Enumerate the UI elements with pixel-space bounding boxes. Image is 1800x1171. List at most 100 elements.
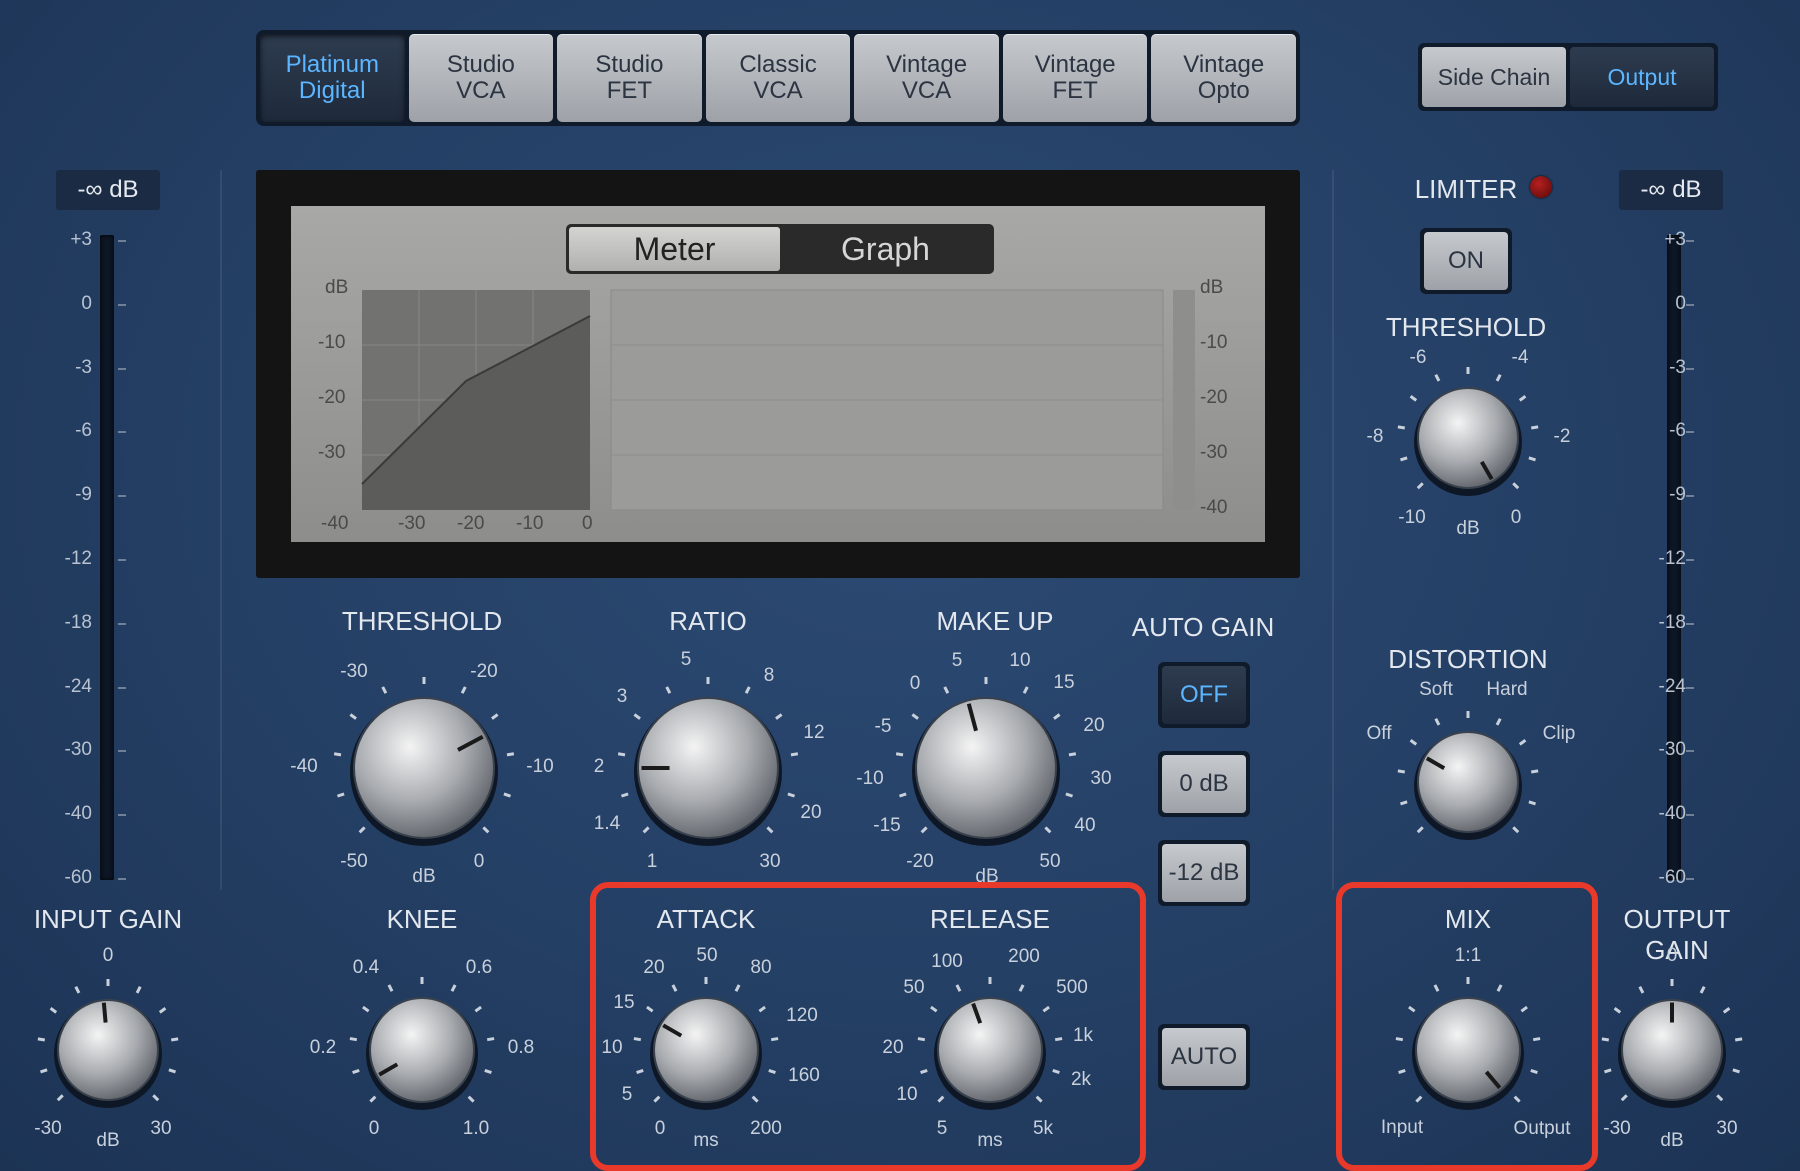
makeup-knob[interactable] <box>895 677 1077 846</box>
attack-knob-tick <box>633 1037 642 1042</box>
limiter-threshold-knob-tick <box>1512 482 1520 490</box>
input-gain-knob-tick <box>158 1007 167 1014</box>
makeup-knob-scale-label: dB <box>975 866 999 887</box>
ratio-knob-scale-label: 3 <box>616 686 628 707</box>
ratio-knob-scale-label: 20 <box>800 802 822 823</box>
input-gain-knob-tick <box>168 1068 176 1074</box>
makeup-knob-scale-label: -15 <box>873 815 901 836</box>
limiter-threshold-knob-body <box>1417 387 1519 489</box>
output-gain-knob-tick <box>1638 986 1645 994</box>
release-knob-scale-label: 1k <box>1072 1025 1094 1046</box>
output-gain-knob[interactable] <box>1601 979 1743 1108</box>
knee-knob-scale-label: 0 <box>368 1118 380 1139</box>
knee-knob-tick <box>352 1068 360 1074</box>
release-knob-tick <box>920 1068 928 1074</box>
attack-knob-tick <box>653 1095 661 1103</box>
mix-knob[interactable] <box>1395 977 1541 1110</box>
ratio-knob-tick <box>766 826 774 834</box>
release-knob-scale-label: 20 <box>882 1037 904 1058</box>
knee-knob-tick <box>484 1068 492 1074</box>
limiter-threshold-knob-tick <box>1530 425 1539 430</box>
distortion-knob-tick <box>1409 739 1418 746</box>
limiter-threshold-knob-scale-label: -10 <box>1398 507 1426 528</box>
attack-knob-scale-label: 0 <box>654 1118 666 1139</box>
threshold-knob-tick <box>491 713 499 720</box>
threshold-knob-scale-label: 0 <box>473 851 485 872</box>
mix-knob-tick <box>1496 984 1503 992</box>
output-gain-knob-tick <box>1620 1094 1628 1102</box>
mix-knob-tick <box>1395 1037 1404 1042</box>
threshold-knob-scale-label: dB <box>412 866 436 887</box>
threshold-knob-tick <box>349 713 357 720</box>
output-gain-knob-tick <box>1716 1094 1724 1102</box>
mix-knob-tick <box>1408 1005 1416 1013</box>
input-gain-knob-body <box>57 999 159 1101</box>
makeup-knob-tick <box>911 713 919 720</box>
input-gain-knob-tick <box>170 1037 179 1042</box>
limiter-threshold-knob[interactable] <box>1397 367 1539 496</box>
output-gain-knob-tick <box>1604 1068 1612 1074</box>
knee-knob-tick <box>467 1095 475 1103</box>
ratio-knob-tick <box>617 752 626 757</box>
ratio-knob-tick <box>787 792 796 798</box>
release-knob-tick <box>930 1005 938 1013</box>
threshold-knob-scale-label: -10 <box>526 756 554 777</box>
release-knob-body <box>937 997 1043 1103</box>
threshold-knob-scale-label: -50 <box>340 851 368 872</box>
ratio-knob-scale-label: 30 <box>759 851 781 872</box>
attack-knob[interactable] <box>633 977 779 1110</box>
attack-knob-scale-label: 20 <box>643 957 665 978</box>
output-gain-knob-tick <box>1734 1037 1743 1042</box>
threshold-knob[interactable] <box>333 677 515 846</box>
knee-knob-tick <box>362 1005 370 1013</box>
output-gain-knob-tick <box>1722 1007 1731 1014</box>
mix-knob-tick <box>1532 1037 1541 1042</box>
distortion-knob-tick <box>1530 769 1539 774</box>
mix-knob-tick <box>1398 1068 1406 1074</box>
threshold-knob-tick <box>503 792 512 798</box>
distortion-knob[interactable] <box>1397 711 1539 840</box>
knee-knob-tick <box>474 1005 482 1013</box>
release-knob-tick <box>1018 984 1025 992</box>
limiter-threshold-knob-scale-label: -2 <box>1553 426 1571 447</box>
input-gain-knob-tick <box>49 1007 58 1014</box>
attack-knob-scale-label: 50 <box>696 945 718 966</box>
knee-knob-tick <box>369 1095 377 1103</box>
mix-knob-tick <box>1520 1005 1528 1013</box>
makeup-knob-tick <box>943 686 950 694</box>
threshold-knob-tick <box>336 792 345 798</box>
release-knob-scale-label: 500 <box>1056 977 1088 998</box>
knee-knob[interactable] <box>349 977 495 1110</box>
makeup-knob-tick <box>1065 792 1074 798</box>
release-knob-tick <box>937 1095 945 1103</box>
distortion-knob-tick <box>1434 718 1441 726</box>
release-knob-tick <box>955 984 962 992</box>
ratio-knob-scale-label: 2 <box>593 756 605 777</box>
attack-knob-tick <box>671 984 678 992</box>
ratio-knob-tick <box>775 713 783 720</box>
ratio-knob-scale-label: 5 <box>680 649 692 670</box>
attack-knob-scale-label: ms <box>693 1130 719 1151</box>
makeup-knob-tick <box>895 752 904 757</box>
threshold-knob-tick <box>460 686 467 694</box>
release-knob[interactable] <box>917 977 1063 1110</box>
threshold-knob-scale-label: -40 <box>290 756 318 777</box>
knee-knob-tick <box>486 1037 495 1042</box>
knee-knob-scale-label: 0.2 <box>309 1037 337 1058</box>
ratio-knob[interactable] <box>617 677 799 846</box>
limiter-threshold-knob-tick <box>1409 395 1418 402</box>
makeup-knob-scale-label: 40 <box>1074 815 1096 836</box>
mix-knob-body <box>1415 997 1521 1103</box>
limiter-threshold-knob-scale-label: 0 <box>1510 507 1522 528</box>
threshold-knob-tick <box>506 752 515 757</box>
input-gain-knob[interactable] <box>37 979 179 1108</box>
input-gain-knob-tick <box>135 986 142 994</box>
output-gain-knob-scale-label: 0 <box>1666 945 1678 966</box>
attack-knob-tick <box>768 1068 776 1074</box>
makeup-knob-scale-label: -10 <box>856 768 884 789</box>
ratio-knob-tick <box>665 686 672 694</box>
threshold-knob-tick <box>333 752 342 757</box>
ratio-knob-scale-label: 8 <box>763 665 775 686</box>
threshold-knob-body <box>353 697 495 839</box>
knee-knob-tick <box>450 984 457 992</box>
